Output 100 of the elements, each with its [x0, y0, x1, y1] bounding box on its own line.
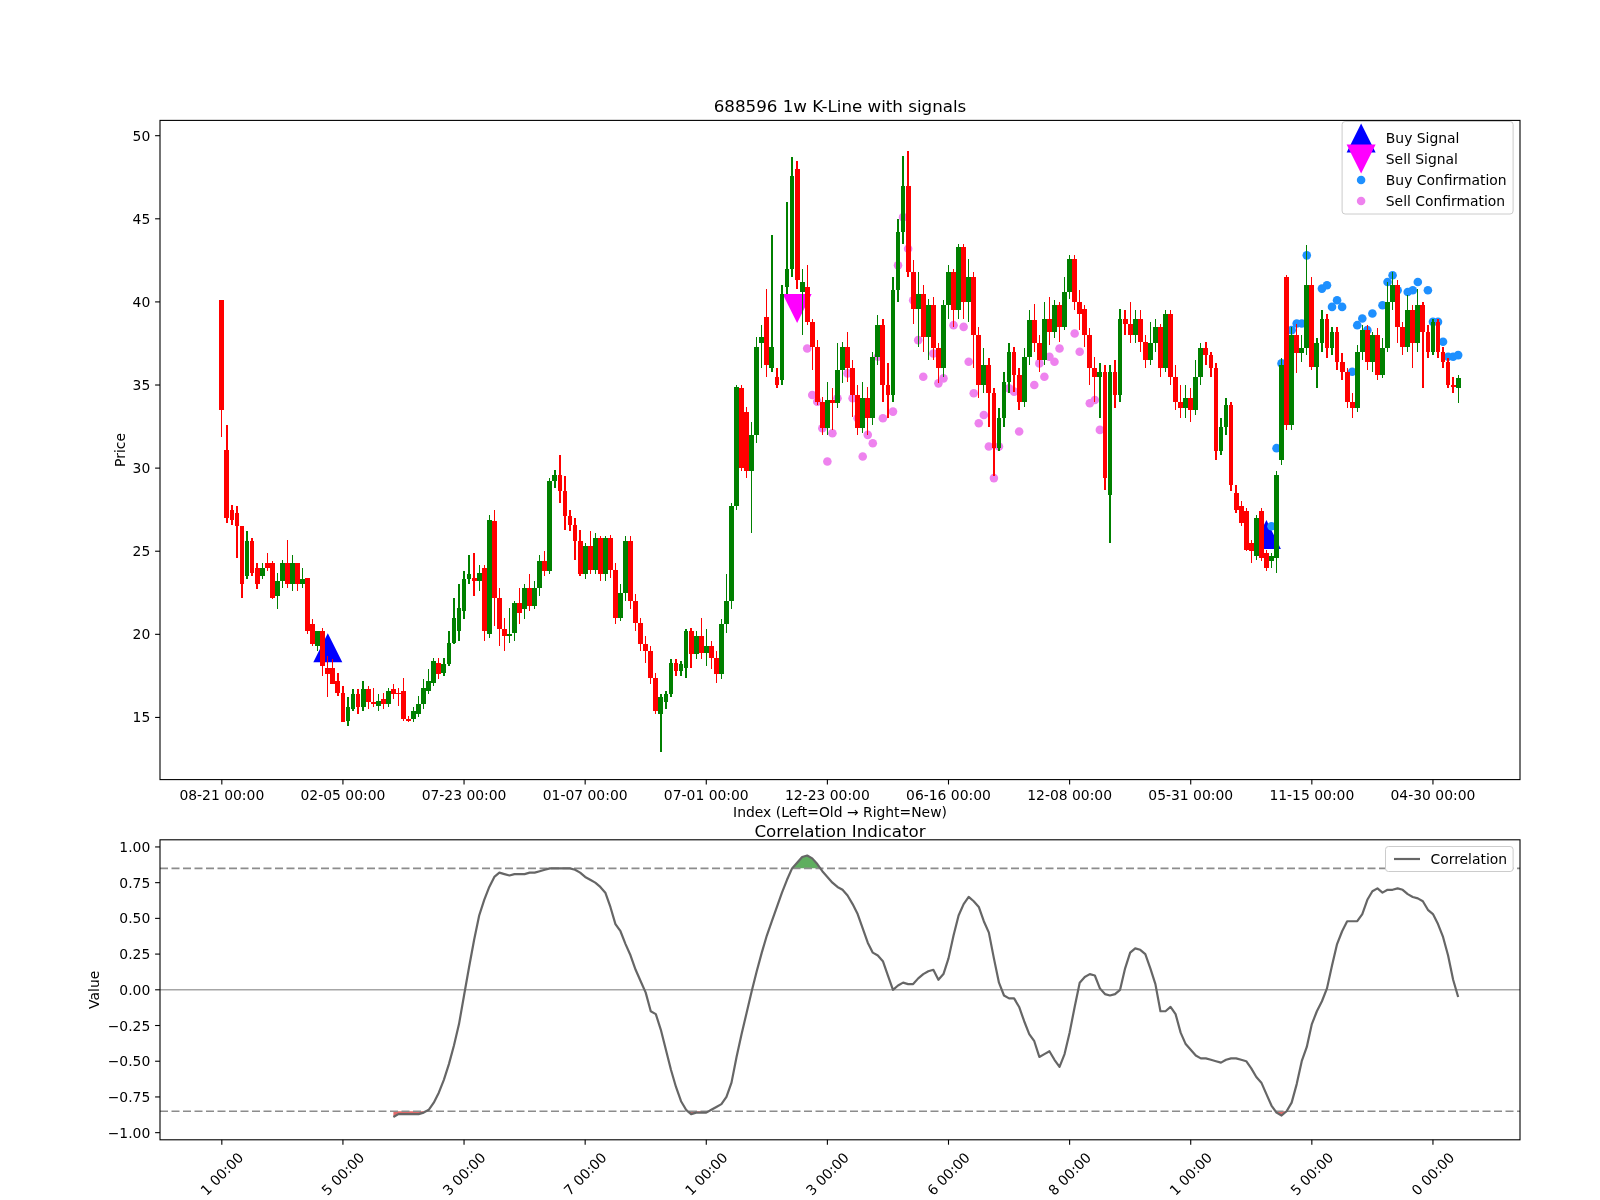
candlestick	[1127, 301, 1133, 345]
candlestick	[1359, 324, 1365, 361]
candlestick	[713, 650, 719, 684]
candlestick	[698, 617, 704, 660]
tick-mark	[947, 779, 950, 786]
candlestick	[325, 655, 331, 699]
tick-mark	[826, 779, 828, 786]
x-tick-label: 12-08 00:00	[1027, 786, 1112, 803]
candlestick	[1203, 341, 1209, 366]
y-tick-label: −0.75	[107, 1088, 151, 1105]
y-tick-label: 35	[132, 377, 151, 393]
x-tick-label: 07-23 00:00	[421, 786, 507, 803]
y-tick-label: 40	[132, 293, 151, 310]
tick-mark	[154, 989, 161, 991]
tick-mark	[154, 135, 161, 137]
tick-mark	[154, 550, 161, 552]
candlestick	[1031, 302, 1037, 353]
candlestick	[1349, 392, 1355, 419]
x-tick-label: 11-15 00:00	[1269, 786, 1355, 803]
candlestick	[1142, 334, 1148, 370]
tick-mark	[342, 1139, 344, 1146]
x-tick-label: 07-01 00:00	[663, 786, 749, 803]
legend-label: Buy Signal	[1385, 130, 1460, 146]
candlestick	[365, 685, 371, 710]
candlestick	[285, 538, 290, 589]
x-tick-label: 06-16 00:00	[906, 786, 991, 803]
tick-mark	[154, 716, 161, 718]
tick-mark	[463, 1139, 465, 1146]
tick-mark	[947, 1139, 950, 1146]
tick-mark	[705, 779, 707, 786]
tick-mark	[1190, 779, 1192, 786]
y-tick-label: 30	[132, 460, 151, 477]
candlestick	[502, 617, 507, 652]
candlestick	[1147, 321, 1153, 366]
candlestick	[1047, 296, 1052, 346]
tick-mark	[221, 1139, 223, 1146]
y-tick-label: 15	[132, 709, 151, 726]
candlestick	[360, 680, 366, 712]
y-tick-label: 20	[132, 626, 151, 643]
tick-mark	[826, 1139, 828, 1146]
tick-mark	[154, 953, 161, 955]
candlestick	[1450, 376, 1456, 394]
tick-mark	[342, 779, 344, 786]
candlestick	[517, 587, 522, 626]
candlestick	[693, 630, 699, 660]
tick-mark	[154, 1060, 161, 1062]
candlestick	[567, 509, 573, 532]
tick-mark	[1069, 1139, 1071, 1146]
candlestick	[370, 686, 376, 709]
candlestick	[1122, 309, 1128, 336]
tick-mark	[1311, 1139, 1313, 1146]
candlestick	[542, 550, 548, 577]
x-tick-label: 02-05 00:00	[300, 786, 386, 803]
candlestick	[1183, 384, 1189, 419]
tick-mark	[1190, 1139, 1192, 1146]
candlestick	[532, 580, 538, 611]
candlestick	[421, 678, 427, 710]
tick-mark	[154, 1132, 161, 1134]
y-tick-label: 0.50	[119, 910, 151, 927]
tick-mark	[584, 1139, 586, 1146]
candlestick	[1137, 309, 1143, 353]
y-tick-label: 45	[132, 210, 151, 227]
legend-label: Sell Confirmation	[1385, 193, 1506, 209]
y-tick-label: 25	[132, 543, 151, 560]
candlestick	[1057, 301, 1062, 343]
y-tick-label: 0.00	[119, 981, 151, 998]
candlestick	[1132, 309, 1138, 345]
x-tick-label: 04-30 00:00	[1390, 786, 1476, 803]
x-tick-label: 01-07 00:00	[542, 786, 628, 803]
candlestick	[552, 469, 558, 489]
candlestick	[471, 552, 477, 597]
y-axis-title: Price	[111, 433, 128, 467]
candlestick	[279, 558, 285, 589]
legend-label: Buy Confirmation	[1385, 172, 1507, 188]
tick-mark	[1311, 779, 1313, 786]
candlestick	[658, 693, 664, 753]
tick-mark	[1432, 1139, 1434, 1146]
candlestick	[643, 635, 649, 664]
candlestick	[688, 627, 694, 669]
candlestick	[703, 628, 709, 667]
tick-mark	[584, 779, 586, 786]
tick-mark	[154, 917, 161, 919]
candlestick	[274, 572, 280, 611]
x-tick-label: 12-23 00:00	[785, 786, 870, 803]
candlestick	[759, 324, 765, 370]
tick-mark	[154, 301, 161, 303]
chart-title: Correlation Indicator	[754, 820, 926, 841]
candlestick	[1097, 362, 1103, 419]
candlestick	[300, 567, 305, 589]
y-axis-title: Value	[86, 970, 102, 1009]
tick-mark	[1069, 779, 1071, 786]
candlestick	[1400, 321, 1406, 356]
x-axis-title: Index (Left=Old → Right=New)	[733, 803, 947, 820]
candlestick	[1153, 317, 1158, 353]
tick-mark	[154, 384, 161, 386]
candlestick	[436, 656, 442, 680]
y-tick-label: 0.75	[119, 874, 151, 891]
candlestick	[1294, 322, 1300, 375]
tick-mark	[705, 1139, 707, 1146]
candlestick	[1077, 289, 1083, 331]
